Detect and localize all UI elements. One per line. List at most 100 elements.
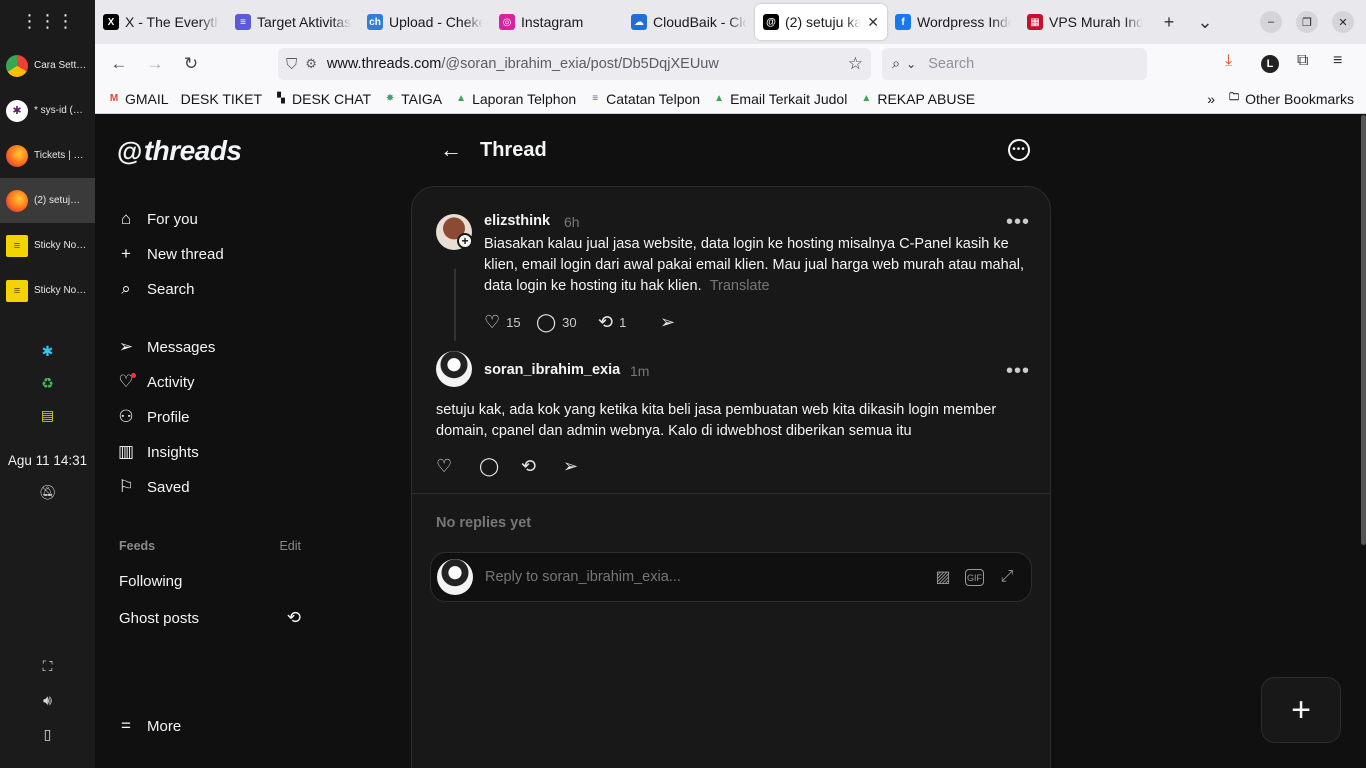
apps-grid-icon[interactable]: ⋮⋮⋮: [0, 0, 95, 43]
other-bookmarks[interactable]: 🗀︎ Other Bookmarks: [1227, 91, 1354, 107]
sticky-notes-tray-icon[interactable]: ▤: [0, 407, 95, 424]
restore-icon[interactable]: ❐: [1296, 11, 1318, 33]
permissions-icon[interactable]: ⚙: [305, 56, 317, 72]
repost-button[interactable]: ⟲ 1: [598, 312, 660, 333]
tab-title: CloudBaik - Cloud: [653, 14, 747, 30]
search-icon: ⌕: [892, 56, 901, 72]
like-button[interactable]: ♡: [436, 456, 479, 477]
bookmark-taiga[interactable]: ✸ TAIGA: [383, 91, 442, 107]
dock-window-chrome[interactable]: Cara Sett…: [0, 43, 95, 88]
feeds-edit-button[interactable]: Edit: [279, 539, 301, 553]
expand-icon[interactable]: ⤢: [997, 567, 1017, 587]
nav-new-thread[interactable]: + New thread: [117, 244, 224, 264]
dock-window-sticky-2[interactable]: ≡ Sticky No…: [0, 268, 95, 313]
notifications-muted-icon[interactable]: 🔕︎: [0, 484, 95, 501]
slack-tray-icon[interactable]: ✱: [0, 343, 95, 360]
reply-composer[interactable]: ▨ GIF ⤢: [430, 552, 1032, 602]
dock-window-sticky-1[interactable]: ≡ Sticky No…: [0, 223, 95, 268]
avatar-soran[interactable]: [436, 351, 472, 387]
dock-window-slack[interactable]: ✱ * sys-id (…: [0, 88, 95, 133]
back-icon[interactable]: ←: [101, 48, 137, 80]
gif-icon[interactable]: GIF: [965, 569, 984, 586]
nav-profile[interactable]: ⚇ Profile: [117, 407, 189, 427]
new-thread-fab[interactable]: +: [1261, 677, 1341, 743]
bookmark-email-judol[interactable]: ▲ Email Terkait Judol: [712, 91, 847, 107]
share-button[interactable]: ➢: [660, 312, 675, 333]
tab[interactable]: X X - The Everything App: [95, 4, 227, 40]
reply-input[interactable]: [485, 561, 885, 593]
follow-plus-icon[interactable]: +: [457, 233, 473, 249]
bookmarks-overflow-icon[interactable]: »: [1207, 91, 1215, 107]
menu-icon[interactable]: ≡: [1333, 52, 1342, 70]
post-more-icon[interactable]: •••: [1006, 361, 1030, 381]
tab[interactable]: ≡ Target Aktivitas: [227, 4, 359, 40]
close-tab-icon[interactable]: ✕: [867, 14, 879, 31]
thread-options-icon[interactable]: •••: [1008, 139, 1030, 161]
tab[interactable]: ch Upload - Cheker: [359, 4, 491, 40]
minimize-icon[interactable]: –: [1260, 11, 1282, 33]
tab-active[interactable]: @ (2) setuju kak ✕: [755, 4, 887, 40]
attach-image-icon[interactable]: ▨: [933, 567, 953, 587]
translate-link[interactable]: Translate: [710, 278, 770, 294]
forward-icon[interactable]: →: [137, 48, 173, 80]
more-menu-button[interactable]: = More: [117, 716, 181, 736]
post-time[interactable]: 1m: [630, 363, 649, 379]
nav-insights[interactable]: ▥ Insights: [117, 442, 199, 462]
account-avatar[interactable]: L: [1261, 55, 1279, 73]
nav-label: New thread: [147, 245, 224, 263]
reply-button[interactable]: ◯ 30: [536, 312, 598, 333]
back-arrow-icon[interactable]: ←: [440, 137, 462, 163]
post-username[interactable]: elizsthink: [484, 213, 550, 229]
tab-list-chevron-icon[interactable]: ⌄: [1187, 6, 1223, 38]
feed-ghost-posts[interactable]: Ghost posts ⟲: [119, 608, 301, 628]
volume-icon[interactable]: 🔊︎: [0, 692, 95, 709]
bookmark-laporan-telphon[interactable]: ▲ Laporan Telphon: [454, 91, 576, 107]
bookmark-gmail[interactable]: M GMAIL: [107, 91, 169, 107]
dock-window-firefox-threads[interactable]: (2) setuj…: [0, 178, 95, 223]
network-icon[interactable]: ⛶: [0, 658, 95, 675]
like-button[interactable]: ♡ 15: [484, 312, 536, 333]
recycle-tray-icon[interactable]: ♻: [0, 375, 95, 392]
search-engine-chevron-icon[interactable]: ⌄: [906, 57, 916, 71]
dock-window-firefox-tickets[interactable]: Tickets | …: [0, 133, 95, 178]
clock[interactable]: Agu 11 14:31: [0, 453, 95, 468]
send-icon: ➢: [660, 312, 676, 332]
url-bar[interactable]: ⛉ ⚙ www.threads.com/@soran_ibrahim_exia/…: [278, 48, 871, 80]
feed-following[interactable]: Following: [119, 573, 182, 590]
extensions-icon[interactable]: ⧉: [1297, 52, 1308, 70]
nav-messages[interactable]: ➢ Messages: [117, 337, 216, 357]
download-icon[interactable]: ⤓: [1225, 52, 1232, 70]
scrollbar[interactable]: [1361, 115, 1366, 545]
tab[interactable]: ▦ VPS Murah Indonesia: [1019, 4, 1151, 40]
threads-logo[interactable]: @ threads: [117, 135, 242, 167]
nav-saved[interactable]: ⚐ Saved: [117, 477, 189, 497]
bookmark-star-icon[interactable]: ☆: [848, 54, 863, 74]
shield-icon[interactable]: ⛉: [286, 56, 297, 73]
battery-icon[interactable]: ▯: [0, 726, 95, 743]
gmail-icon: M: [109, 93, 119, 104]
tab[interactable]: ☁ CloudBaik - Cloud: [623, 4, 755, 40]
close-window-icon[interactable]: ✕: [1332, 11, 1354, 33]
share-button[interactable]: ➢: [563, 456, 578, 477]
nav-search[interactable]: ⌕ Search: [117, 279, 194, 299]
tab[interactable]: f Wordpress Indonesia: [887, 4, 1019, 40]
nav-activity[interactable]: ♡ Activity: [117, 372, 194, 392]
new-tab-button[interactable]: +: [1151, 6, 1187, 38]
bookmark-rekap-abuse[interactable]: ▲ REKAP ABUSE: [859, 91, 975, 107]
bookmark-catatan-telpon[interactable]: ≡ Catatan Telpon: [588, 91, 700, 107]
repost-button[interactable]: ⟲: [521, 456, 563, 477]
post-username[interactable]: soran_ibrahim_exia: [484, 362, 620, 378]
bookmark-desk-chat[interactable]: ▚ DESK CHAT: [274, 91, 371, 107]
post-time[interactable]: 6h: [564, 214, 580, 230]
post-more-icon[interactable]: •••: [1006, 212, 1030, 232]
bookmark-desk-tiket[interactable]: DESK TIKET: [181, 91, 262, 107]
bookmarks-bar: M GMAIL DESK TIKET ▚ DESK CHAT ✸ TAIGA ▲ Lap…: [95, 84, 1366, 114]
tab[interactable]: ◎ Instagram: [491, 4, 623, 40]
nav-for-you[interactable]: ⌂ For you: [117, 209, 198, 229]
reply-button[interactable]: ◯: [479, 456, 521, 477]
search-bar[interactable]: ⌕ ⌄ Search: [882, 48, 1147, 80]
thread-header: ← Thread •••: [440, 135, 1030, 165]
no-replies-label: No replies yet: [436, 515, 532, 531]
ghost-posts-icon[interactable]: ⟲: [287, 608, 301, 628]
reload-icon[interactable]: ↻: [173, 48, 209, 80]
